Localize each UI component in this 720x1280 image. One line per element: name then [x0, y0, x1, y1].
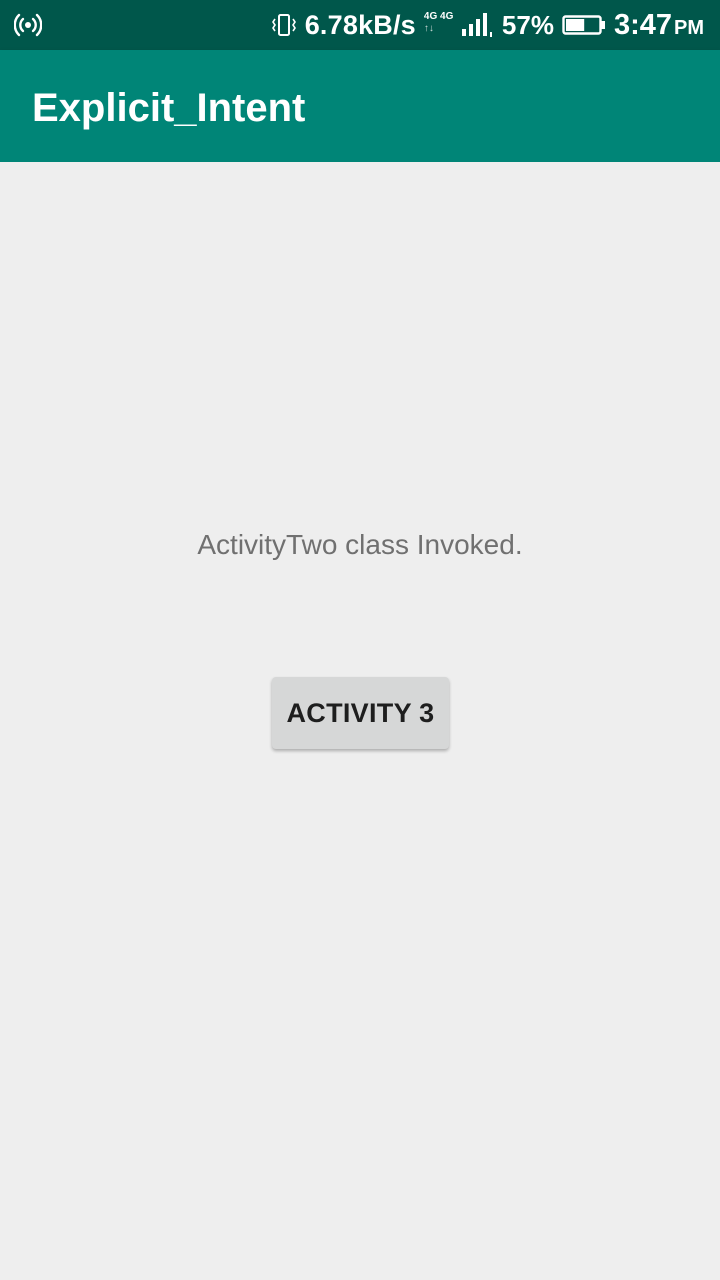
app-bar: Explicit_Intent: [0, 50, 720, 162]
main-content: ActivityTwo class Invoked. ACTIVITY 3: [0, 162, 720, 1280]
battery-icon: [562, 15, 605, 35]
signal-icon: [461, 13, 492, 37]
clock-ampm: PM: [674, 16, 704, 39]
clock: 3:47 PM: [614, 9, 704, 42]
activity-3-button[interactable]: ACTIVITY 3: [272, 677, 449, 749]
data-arrows-icon: ↑↓: [423, 23, 434, 34]
hotspot-icon: [14, 13, 42, 37]
clock-time: 3:47: [613, 8, 672, 41]
network-speed: 6.78kB/s: [304, 9, 416, 40]
app-title: Explicit_Intent: [32, 86, 306, 130]
battery-percent: 57%: [501, 9, 554, 40]
vibrate-icon: [271, 14, 296, 36]
network-type-label: 4G 4G: [423, 11, 454, 22]
status-bar: 6.78kB/s 4G 4G ↑↓ 57% 3:47 PM: [0, 0, 720, 50]
status-indicators: 6.78kB/s 4G 4G ↑↓ 57% 3:47 PM: [271, 0, 704, 50]
activity-message: ActivityTwo class Invoked.: [197, 529, 523, 560]
network-type: 4G 4G ↑↓: [424, 10, 462, 40]
